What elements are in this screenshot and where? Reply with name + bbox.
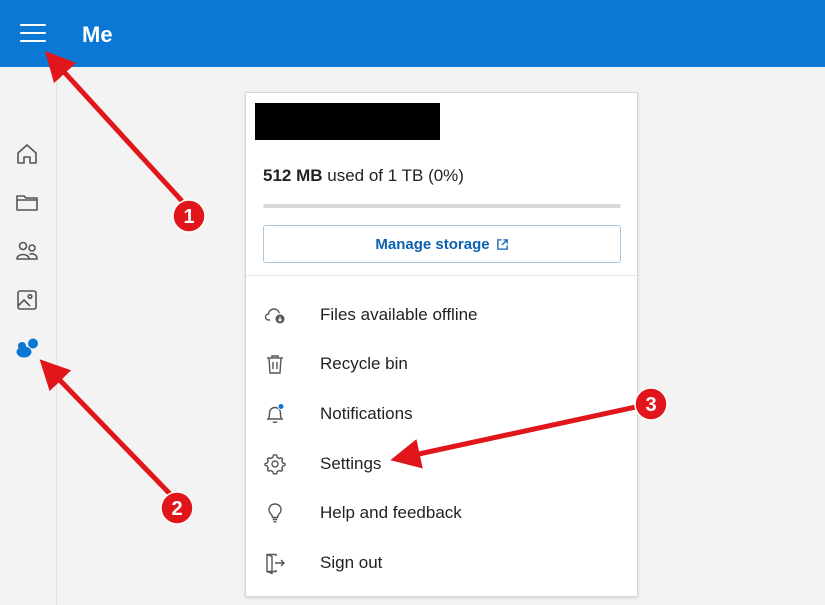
me-people-icon[interactable] xyxy=(13,335,41,363)
menu-item-help-feedback[interactable]: Help and feedback xyxy=(246,488,637,538)
menu-label: Recycle bin xyxy=(320,354,408,374)
people-icon[interactable] xyxy=(13,237,41,265)
storage-used: 512 MB xyxy=(263,166,323,185)
image-icon[interactable] xyxy=(13,286,41,314)
folder-icon[interactable] xyxy=(13,188,41,216)
menu-label: Notifications xyxy=(320,403,413,423)
bell-icon xyxy=(263,402,287,426)
trash-icon xyxy=(263,352,287,376)
menu-item-files-offline[interactable]: Files available offline xyxy=(246,290,637,340)
hamburger-menu-icon[interactable] xyxy=(20,24,46,46)
menu-label: Help and feedback xyxy=(320,503,462,523)
manage-storage-button[interactable]: Manage storage xyxy=(263,225,621,263)
menu-label: Settings xyxy=(320,453,382,473)
menu-item-recycle-bin[interactable]: Recycle bin xyxy=(246,340,637,390)
menu-item-settings[interactable]: Settings xyxy=(246,439,637,489)
storage-progress-bar xyxy=(263,204,621,208)
menu-label: Sign out xyxy=(320,552,383,572)
external-link-icon xyxy=(496,238,508,250)
menu-label: Files available offline xyxy=(320,304,478,324)
storage-usage-text: 512 MB used of 1 TB (0%) xyxy=(263,166,464,186)
menu-item-notifications[interactable]: Notifications xyxy=(246,389,637,439)
storage-total: used of 1 TB (0%) xyxy=(327,166,464,185)
gear-icon xyxy=(263,452,287,476)
menu-item-sign-out[interactable]: Sign out xyxy=(246,538,637,588)
manage-storage-label: Manage storage xyxy=(375,235,490,253)
cloud-offline-icon xyxy=(263,303,287,327)
home-icon[interactable] xyxy=(13,140,41,168)
page-title: Me xyxy=(82,22,113,47)
redacted-account-name xyxy=(255,103,440,140)
app-header: Me xyxy=(0,0,825,67)
side-rail xyxy=(0,67,57,605)
account-card: 512 MB used of 1 TB (0%) Manage storage … xyxy=(245,92,638,597)
account-menu: Files available offline Recycle bin Noti… xyxy=(246,290,637,588)
sign-out-icon xyxy=(263,551,287,575)
divider xyxy=(246,275,637,276)
lightbulb-icon xyxy=(263,501,287,525)
